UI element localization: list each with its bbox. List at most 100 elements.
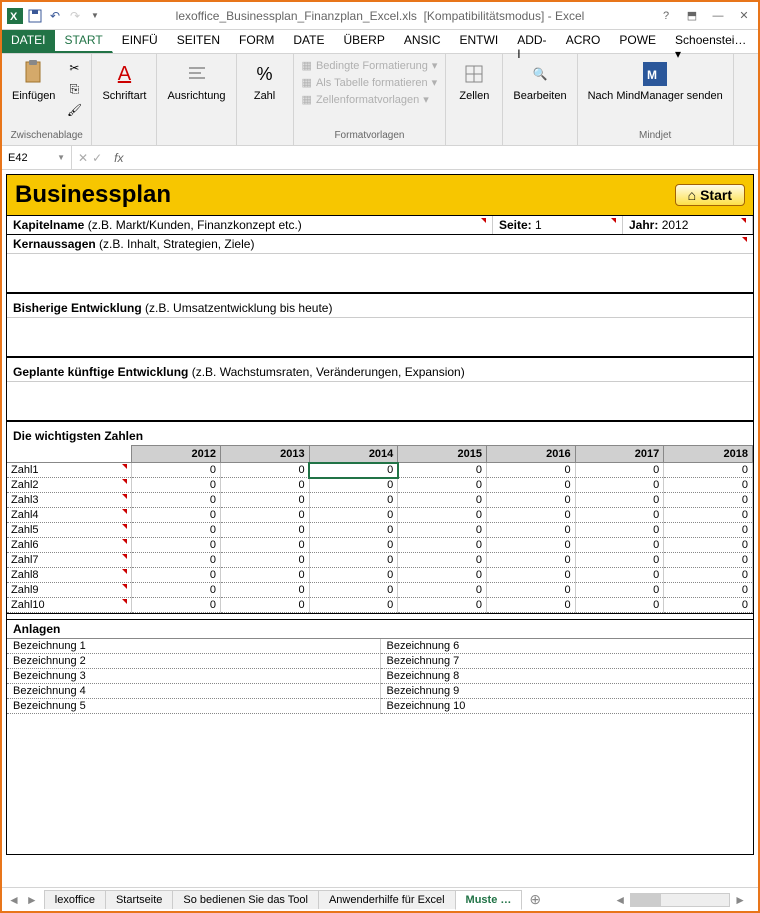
row-label[interactable]: Zahl5 <box>7 523 132 538</box>
data-cell[interactable]: 0 <box>220 538 309 553</box>
data-cell[interactable]: 0 <box>575 493 664 508</box>
data-cell[interactable]: 0 <box>309 493 398 508</box>
data-cell[interactable]: 0 <box>220 523 309 538</box>
data-cell[interactable]: 0 <box>309 598 398 613</box>
anlagen-cell[interactable]: Bezeichnung 8 <box>381 669 754 684</box>
data-cell[interactable]: 0 <box>486 523 575 538</box>
undo-icon[interactable]: ↶ <box>46 7 64 25</box>
data-cell[interactable]: 0 <box>309 478 398 493</box>
data-cell[interactable]: 0 <box>132 538 221 553</box>
worksheet-area[interactable]: Businessplan ⌂Start Kapitelname (z.B. Ma… <box>2 170 758 885</box>
data-cell[interactable]: 0 <box>132 493 221 508</box>
kernaussagen-body[interactable] <box>7 254 753 292</box>
data-cell[interactable]: 0 <box>309 583 398 598</box>
data-cell[interactable]: 0 <box>664 598 753 613</box>
alignment-button[interactable]: Ausrichtung <box>163 58 229 104</box>
data-cell[interactable]: 0 <box>132 478 221 493</box>
number-button[interactable]: % Zahl <box>243 58 287 104</box>
data-cell[interactable]: 0 <box>486 508 575 523</box>
data-cell[interactable]: 0 <box>132 508 221 523</box>
data-cell[interactable]: 0 <box>220 598 309 613</box>
data-cell[interactable]: 0 <box>575 478 664 493</box>
data-cell[interactable]: 0 <box>309 508 398 523</box>
data-cell[interactable]: 0 <box>309 523 398 538</box>
data-cell[interactable]: 0 <box>486 568 575 583</box>
data-cell[interactable]: 0 <box>132 463 221 478</box>
data-cell[interactable]: 0 <box>664 538 753 553</box>
data-cell[interactable]: 0 <box>575 538 664 553</box>
data-cell[interactable]: 0 <box>486 463 575 478</box>
row-label[interactable]: Zahl2 <box>7 478 132 493</box>
data-cell[interactable]: 0 <box>398 508 487 523</box>
data-cell[interactable]: 0 <box>575 523 664 538</box>
cells-button[interactable]: Zellen <box>452 58 496 104</box>
tab-ueberpruefen[interactable]: ÜBERP <box>334 30 394 53</box>
blank-area[interactable] <box>7 714 753 854</box>
paste-button[interactable]: Einfügen <box>8 58 59 104</box>
data-cell[interactable]: 0 <box>220 553 309 568</box>
data-cell[interactable]: 0 <box>309 568 398 583</box>
tab-einfuegen[interactable]: EINFÜ <box>113 30 168 53</box>
user-menu[interactable]: Schoenstei… ▾ <box>666 30 758 53</box>
cut-button[interactable]: ✂ <box>63 58 85 78</box>
data-cell[interactable]: 0 <box>575 508 664 523</box>
data-cell[interactable]: 0 <box>664 553 753 568</box>
name-box[interactable]: E42 ▼ <box>2 146 72 169</box>
data-cell[interactable]: 0 <box>220 568 309 583</box>
data-cell[interactable]: 0 <box>132 568 221 583</box>
minimize-icon[interactable]: — <box>708 6 728 26</box>
data-cell[interactable]: 0 <box>220 493 309 508</box>
anlagen-cell[interactable]: Bezeichnung 5 <box>7 699 381 714</box>
help-icon[interactable]: ? <box>656 6 676 26</box>
data-cell[interactable]: 0 <box>664 478 753 493</box>
data-cell[interactable]: 0 <box>398 478 487 493</box>
fx-button[interactable]: fx <box>108 151 129 165</box>
row-label[interactable]: Zahl7 <box>7 553 132 568</box>
data-cell[interactable]: 0 <box>575 463 664 478</box>
sheet-tab[interactable]: Muste … <box>455 890 523 910</box>
sheet-tab[interactable]: Startseite <box>105 890 173 909</box>
data-cell[interactable]: 0 <box>575 598 664 613</box>
data-cell[interactable]: 0 <box>132 553 221 568</box>
add-sheet-button[interactable]: ⊕ <box>521 891 549 908</box>
save-icon[interactable] <box>26 7 44 25</box>
row-label[interactable]: Zahl6 <box>7 538 132 553</box>
data-cell[interactable]: 0 <box>398 538 487 553</box>
sheet-tab[interactable]: Anwenderhilfe für Excel <box>318 890 456 909</box>
qat-dropdown-icon[interactable]: ▼ <box>86 7 104 25</box>
mindmanager-button[interactable]: M Nach MindManager senden <box>584 58 727 104</box>
data-cell[interactable]: 0 <box>398 583 487 598</box>
data-cell[interactable]: 0 <box>309 553 398 568</box>
data-cell[interactable]: 0 <box>220 463 309 478</box>
data-cell[interactable]: 0 <box>575 568 664 583</box>
data-cell[interactable]: 0 <box>132 598 221 613</box>
tab-addins[interactable]: ADD-I <box>508 30 557 53</box>
close-icon[interactable]: ✕ <box>734 6 754 26</box>
row-label[interactable]: Zahl10 <box>7 598 132 613</box>
data-cell[interactable]: 0 <box>398 463 487 478</box>
anlagen-cell[interactable]: Bezeichnung 10 <box>381 699 754 714</box>
data-cell[interactable]: 0 <box>398 553 487 568</box>
anlagen-cell[interactable]: Bezeichnung 9 <box>381 684 754 699</box>
data-cell[interactable]: 0 <box>664 583 753 598</box>
tab-daten[interactable]: DATE <box>284 30 334 53</box>
data-cell[interactable]: 0 <box>575 583 664 598</box>
sheet-tab[interactable]: So bedienen Sie das Tool <box>172 890 319 909</box>
sheet-tab[interactable]: lexoffice <box>44 890 106 909</box>
data-cell[interactable]: 0 <box>398 598 487 613</box>
data-cell[interactable]: 0 <box>220 583 309 598</box>
seite-cell[interactable]: Seite: 1 <box>493 216 623 234</box>
data-cell[interactable]: 0 <box>220 478 309 493</box>
anlagen-cell[interactable]: Bezeichnung 3 <box>7 669 381 684</box>
tab-nav-next-icon[interactable]: ► <box>26 893 38 907</box>
anlagen-cell[interactable]: Bezeichnung 7 <box>381 654 754 669</box>
anlagen-cell[interactable]: Bezeichnung 2 <box>7 654 381 669</box>
data-cell[interactable]: 0 <box>575 553 664 568</box>
row-label[interactable]: Zahl1 <box>7 463 132 478</box>
data-cell[interactable]: 0 <box>486 598 575 613</box>
tab-entwickler[interactable]: ENTWI <box>451 30 509 53</box>
data-cell[interactable]: 0 <box>664 463 753 478</box>
copy-button[interactable]: ⎘ <box>63 79 85 99</box>
ribbon-display-icon[interactable]: ⬒ <box>682 6 702 26</box>
row-label[interactable]: Zahl9 <box>7 583 132 598</box>
